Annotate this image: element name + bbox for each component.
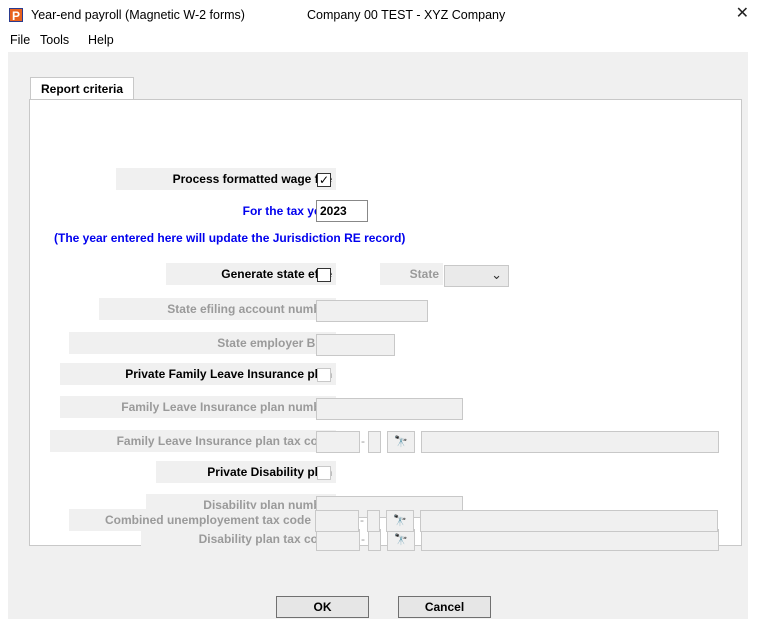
menu-bar: File Tools Help bbox=[0, 30, 757, 52]
app-logo-icon: P bbox=[9, 8, 23, 23]
family-leave-plan-number-label: Family Leave Insurance plan number bbox=[60, 396, 336, 418]
client-area: Report criteria Process formatted wage f… bbox=[8, 52, 748, 619]
private-family-leave-plan-checkbox[interactable] bbox=[317, 368, 331, 382]
company-name: Company 00 TEST - XYZ Company bbox=[307, 8, 506, 22]
state-employer-ben-input[interactable] bbox=[316, 334, 395, 356]
menu-file[interactable]: File bbox=[10, 33, 30, 47]
tab-report-criteria[interactable]: Report criteria bbox=[30, 77, 135, 100]
state-employer-ben-label: State employer BEN bbox=[69, 332, 336, 354]
menu-tools[interactable]: Tools bbox=[40, 33, 69, 47]
process-formatted-wage-file-checkbox[interactable]: ✓ bbox=[317, 173, 331, 187]
disability-plan-tax-code-label: Disability plan tax code bbox=[141, 528, 336, 550]
combined-unemployment-tax-code-label: Combined unemployement tax code bbox=[69, 509, 315, 531]
generate-state-efile-label: Generate state efile bbox=[166, 263, 336, 285]
family-leave-tax-code-description bbox=[421, 431, 719, 453]
chevron-down-icon: ⌄ bbox=[491, 267, 502, 282]
separator-dash: - bbox=[360, 513, 364, 527]
disability-tax-code-state-input[interactable] bbox=[316, 529, 360, 551]
ok-button[interactable]: OK bbox=[276, 596, 369, 618]
separator-dash: - bbox=[361, 434, 365, 448]
menu-help[interactable]: Help bbox=[88, 33, 114, 47]
state-efiling-account-number-label: State efiling account number bbox=[99, 298, 336, 320]
private-disability-plan-label: Private Disability plan bbox=[156, 461, 336, 483]
close-icon[interactable]: ✕ bbox=[736, 4, 749, 24]
private-disability-plan-checkbox[interactable] bbox=[317, 466, 331, 480]
disability-tax-code-suffix-input[interactable] bbox=[368, 529, 381, 551]
generate-state-efile-checkbox[interactable] bbox=[317, 268, 331, 282]
report-criteria-panel: Process formatted wage file ✓ For the ta… bbox=[29, 99, 742, 551]
process-formatted-wage-file-label: Process formatted wage file bbox=[116, 168, 336, 190]
binoculars-icon[interactable]: 🔭 bbox=[387, 431, 415, 453]
combined-unemployment-tax-code-description bbox=[420, 510, 718, 532]
title-bar: P Year-end payroll (Magnetic W-2 forms) … bbox=[0, 0, 757, 30]
tax-year-input[interactable]: 2023 bbox=[316, 200, 368, 222]
window-title: Year-end payroll (Magnetic W-2 forms) bbox=[31, 8, 245, 22]
family-leave-tax-code-suffix-input[interactable] bbox=[368, 431, 381, 453]
family-leave-plan-tax-code-label: Family Leave Insurance plan tax code bbox=[50, 430, 336, 452]
combined-unemployment-tax-code-suffix-input[interactable] bbox=[367, 510, 380, 532]
tax-year-label: For the tax year bbox=[242, 204, 332, 218]
binoculars-icon[interactable]: 🔭 bbox=[386, 510, 414, 532]
cancel-button[interactable]: Cancel bbox=[398, 596, 491, 618]
separator-dash: - bbox=[361, 532, 365, 546]
family-leave-plan-number-input[interactable] bbox=[316, 398, 463, 420]
family-leave-tax-code-state-input[interactable] bbox=[316, 431, 360, 453]
state-select[interactable]: ⌄ bbox=[444, 265, 509, 287]
tax-year-note: (The year entered here will update the J… bbox=[54, 231, 406, 245]
state-label: State bbox=[380, 263, 443, 285]
state-efiling-account-number-input[interactable] bbox=[316, 300, 428, 322]
disability-tax-code-description bbox=[421, 529, 719, 551]
combined-unemployment-tax-code-state-input[interactable] bbox=[315, 510, 359, 532]
binoculars-icon[interactable]: 🔭 bbox=[387, 529, 415, 551]
private-family-leave-plan-label: Private Family Leave Insurance plan bbox=[60, 363, 336, 385]
